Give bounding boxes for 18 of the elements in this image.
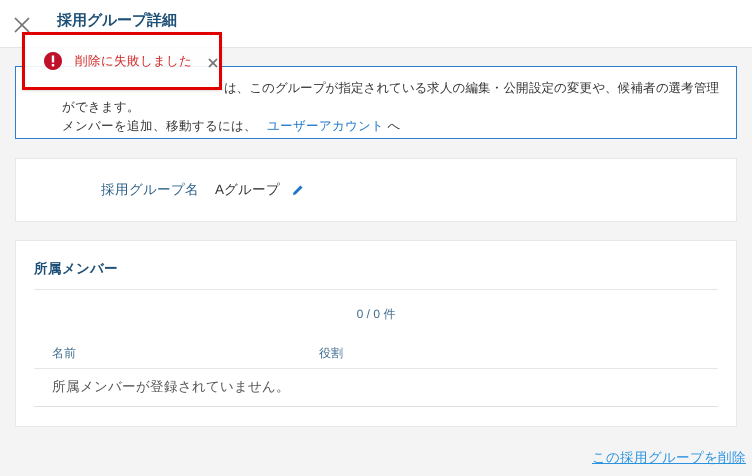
close-icon[interactable] [208, 58, 218, 68]
error-message: 削除に失敗しました [75, 52, 192, 70]
field-value: Aグループ [215, 180, 280, 199]
info-text: メンバーを追加、移動するには、 ユーザーアカウント へ [62, 118, 402, 135]
info-text: は、このグループが指定されている求人の編集・公開設定の変更や、候補者の選考管理 [224, 81, 720, 95]
column-header: 役割 [319, 345, 343, 362]
delete-link[interactable]: この採用グループを削除 [592, 448, 746, 468]
info-text: ができます。 [62, 99, 141, 116]
column-header: 名前 [52, 345, 77, 362]
count-text: 0 / 0 件 [356, 306, 396, 323]
section-title: 所属メンバー [34, 260, 119, 278]
pencil-icon[interactable] [292, 184, 304, 196]
close-icon[interactable] [14, 16, 30, 32]
page-title: 採用グループ詳細 [57, 11, 177, 32]
user-account-link[interactable]: ユーザーアカウント [267, 119, 384, 133]
field-label: 採用グループ名 [101, 180, 199, 199]
error-icon [44, 52, 62, 70]
empty-message: 所属メンバーが登録されていません。 [52, 378, 290, 396]
